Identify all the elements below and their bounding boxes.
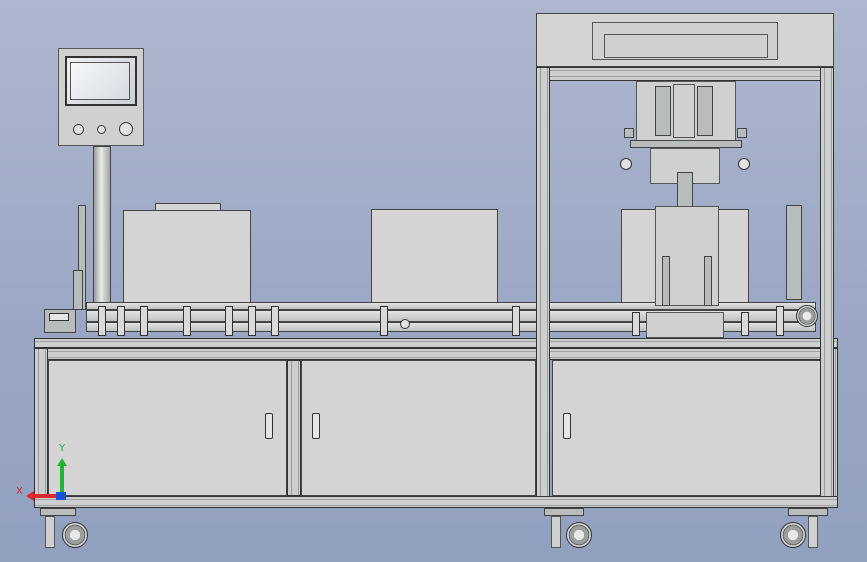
sensor-bracket (624, 128, 634, 138)
cabinet-door-center[interactable] (301, 360, 536, 496)
cabinet-door-right[interactable] (552, 360, 824, 496)
gantry-left-column (536, 67, 550, 497)
station-fixture-slot (704, 256, 712, 306)
control-panel-post (93, 146, 111, 314)
conveyor-drive-wheel (796, 305, 818, 327)
leveling-foot (551, 516, 561, 548)
indicator-light-knob[interactable] (97, 125, 106, 134)
conveyor-clamp (380, 306, 388, 336)
emergency-stop-knob[interactable] (73, 124, 84, 135)
conveyor-clamp (512, 306, 520, 336)
coordinate-triad (26, 458, 67, 501)
y-axis-arrowhead (57, 458, 67, 466)
conveyor-clamp (248, 306, 256, 336)
y-axis-label: Y (59, 443, 66, 454)
station-fixture-slot (662, 256, 670, 306)
station-side-bracket (786, 205, 802, 300)
leveling-foot (45, 516, 55, 548)
cabinet-upper-beam (34, 348, 838, 360)
conveyor-clamp (117, 306, 125, 336)
door-handle-icon[interactable] (312, 413, 320, 439)
pick-head-lower-plate (630, 140, 742, 148)
suction-cup-icon (738, 158, 750, 170)
z-axis-marker (56, 492, 66, 500)
conveyor-clamp (183, 306, 191, 336)
cabinet-door-left[interactable] (48, 360, 287, 496)
guard-box-left (123, 210, 251, 306)
sensor-bracket (737, 128, 747, 138)
left-side-plate (73, 270, 83, 310)
station-base-block (646, 312, 724, 338)
caster-wheel-icon (780, 522, 806, 548)
conveyor-clamp (776, 306, 784, 336)
pick-head-nozzle (677, 172, 693, 210)
caster-mount (544, 508, 584, 516)
pick-head-cylinder (655, 86, 671, 136)
leveling-foot (808, 516, 818, 548)
suction-cup-icon (620, 158, 632, 170)
pick-head-center-block (673, 84, 695, 138)
caster-wheel-icon (566, 522, 592, 548)
gantry-right-column (820, 67, 834, 497)
conveyor-clamp (225, 306, 233, 336)
x-axis-label: X (16, 486, 23, 497)
guard-box-center (371, 209, 498, 305)
cabinet-mid-upright-1 (287, 360, 301, 496)
door-handle-icon[interactable] (265, 413, 273, 439)
pick-head-cylinder (697, 86, 713, 136)
cabinet-top-frame (34, 338, 838, 348)
cabinet-bottom-frame (34, 496, 838, 508)
gantry-top-beam (536, 67, 834, 81)
conveyor-clamp (98, 306, 106, 336)
x-axis-arrowhead (26, 491, 34, 501)
caster-wheel-icon (62, 522, 88, 548)
caster-mount (788, 508, 828, 516)
conveyor-clamp (741, 312, 749, 336)
conveyor-clamp (632, 312, 640, 336)
conveyor-roller-icon (400, 319, 410, 329)
gantry-hood-window (604, 34, 768, 58)
hmi-screen-glare (70, 62, 130, 100)
motor-label (49, 313, 69, 321)
door-handle-icon[interactable] (563, 413, 571, 439)
conveyor-clamp (140, 306, 148, 336)
selector-switch-knob[interactable] (119, 122, 133, 136)
conveyor-clamp (271, 306, 279, 336)
